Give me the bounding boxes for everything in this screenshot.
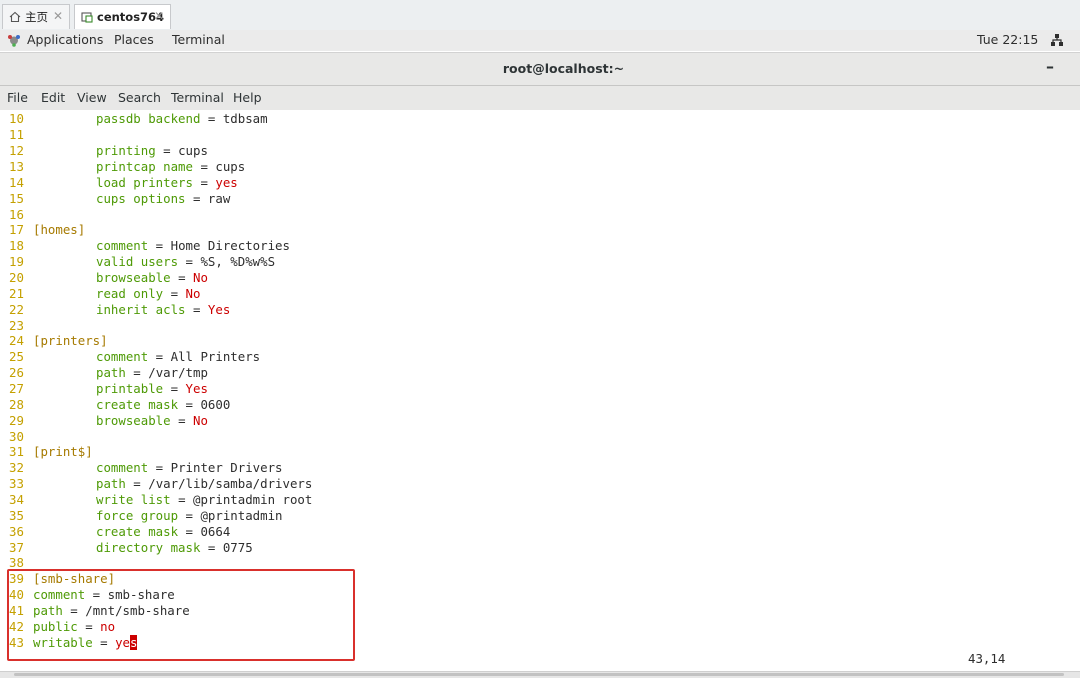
editor-line: 16 [9, 207, 24, 222]
vm-tab-strip: 主页 ✕ centos764 ✕ [0, 0, 1080, 31]
terminal-menubar: File Edit View Search Terminal Help [0, 86, 1080, 110]
editor-line: 35 force group = @printadmin [9, 508, 283, 523]
places-menu[interactable]: Places [114, 32, 154, 47]
editor-line: 18 comment = Home Directories [9, 238, 290, 253]
editor-line: 17 [homes] [9, 222, 86, 237]
editor-line: 36 create mask = 0664 [9, 524, 231, 539]
menu-terminal[interactable]: Terminal [171, 90, 224, 105]
editor-line: 28 create mask = 0600 [9, 397, 231, 412]
editor-line: 12 printing = cups [9, 143, 208, 158]
editor-line: 23 [9, 318, 24, 333]
terminal-content[interactable]: 10 passdb backend = tdbsam 11 12 printing … [0, 110, 1080, 671]
editor-line: 15 cups options = raw [9, 191, 231, 206]
terminal-menu[interactable]: Terminal [172, 32, 225, 47]
tab-home[interactable]: 主页 ✕ [2, 4, 70, 29]
menu-file[interactable]: File [7, 90, 28, 105]
editor-line: 22 inherit acls = Yes [9, 302, 231, 317]
highlight-box [7, 569, 355, 661]
tab-home-label: 主页 [25, 10, 48, 24]
gnome-top-bar: Applications Places Terminal Tue 22:15 [0, 30, 1080, 51]
editor-line: 10 passdb backend = tdbsam [9, 111, 268, 126]
editor-line: 34 write list = @printadmin root [9, 492, 313, 507]
tab-centos764[interactable]: centos764 ✕ [74, 4, 171, 29]
editor-line: 13 printcap name = cups [9, 159, 246, 174]
vm-icon [81, 11, 93, 23]
close-icon[interactable]: ✕ [154, 9, 164, 23]
minimize-button[interactable]: – [1046, 57, 1054, 76]
editor-line: 32 comment = Printer Drivers [9, 460, 283, 475]
window-title: root@localhost:~ [502, 61, 625, 76]
menu-search[interactable]: Search [118, 90, 161, 105]
editor-line: 14 load printers = yes [9, 175, 238, 190]
applications-menu[interactable]: Applications [27, 32, 103, 47]
scrollbar-thumb[interactable] [14, 673, 1064, 676]
editor-line: 19 valid users = %S, %D%w%S [9, 254, 276, 269]
editor-line: 33 path = /var/lib/samba/drivers [9, 476, 313, 491]
editor-line: 24 [printers] [9, 333, 108, 348]
editor-line: 29 browseable = No [9, 413, 208, 428]
home-icon [9, 11, 21, 23]
editor-line: 26 path = /var/tmp [9, 365, 208, 380]
editor-line: 11 [9, 127, 24, 142]
editor-line: 27 printable = Yes [9, 381, 208, 396]
editor-line: 25 comment = All Printers [9, 349, 261, 364]
network-icon[interactable] [1050, 33, 1064, 50]
editor-line: 30 [9, 429, 24, 444]
editor-line: 21 read only = No [9, 286, 201, 301]
editor-line: 20 browseable = No [9, 270, 208, 285]
cursor-position: 43,14 [968, 651, 1006, 666]
editor-line: 31 [print$] [9, 444, 93, 459]
menu-help[interactable]: Help [233, 90, 262, 105]
editor-line: 37 directory mask = 0775 [9, 540, 253, 555]
clock[interactable]: Tue 22:15 [977, 32, 1038, 47]
menu-edit[interactable]: Edit [41, 90, 65, 105]
menu-view[interactable]: View [77, 90, 107, 105]
window-titlebar: root@localhost:~ – [0, 52, 1080, 86]
close-icon[interactable]: ✕ [53, 9, 63, 23]
applications-icon [7, 34, 21, 50]
